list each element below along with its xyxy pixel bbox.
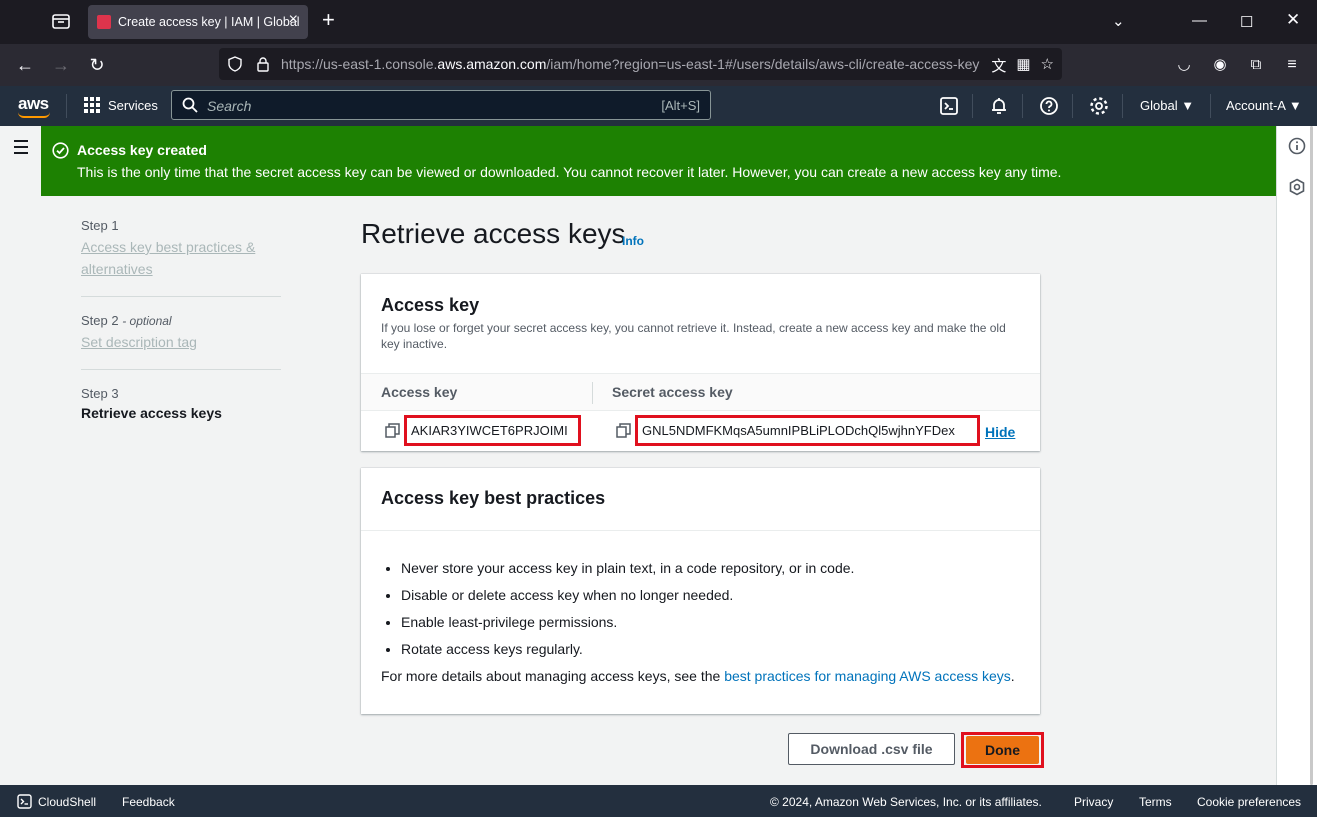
list-item: Rotate access keys regularly.: [401, 636, 854, 663]
notifications-bell-icon[interactable]: [989, 96, 1009, 116]
cloudshell-footer-icon[interactable]: [17, 794, 32, 809]
account-icon[interactable]: ◉: [1208, 53, 1232, 77]
services-label: Services: [108, 97, 158, 113]
browser-tab-bar: Create access key | IAM | Global × + ⌄ —…: [0, 0, 1317, 44]
info-link[interactable]: Info: [622, 234, 644, 248]
bookmark-star-icon[interactable]: ☆: [1041, 55, 1054, 76]
access-key-description: If you lose or forget your secret access…: [381, 321, 1006, 351]
aws-favicon-icon: [97, 15, 111, 29]
privacy-link[interactable]: Privacy: [1074, 795, 1113, 809]
step-1-link[interactable]: Access key best practices & alternatives: [81, 236, 281, 280]
copy-secret-key-icon[interactable]: [616, 423, 631, 438]
step-3-number: Step 3: [81, 386, 119, 401]
browser-nav-bar: ← → ↻ https://us-east-1.console.aws.amaz…: [0, 44, 1317, 86]
search-shortcut: [Alt+S]: [661, 98, 700, 113]
access-key-value: AKIAR3YIWCET6PRJOIMI: [411, 423, 568, 438]
step-3-current: Retrieve access keys: [81, 405, 222, 421]
list-item: Disable or delete access key when no lon…: [401, 582, 854, 609]
search-input[interactable]: Search [Alt+S]: [171, 90, 711, 120]
info-panel-icon[interactable]: [1288, 137, 1306, 155]
copyright-text: © 2024, Amazon Web Services, Inc. or its…: [770, 795, 1042, 809]
cookie-preferences-link[interactable]: Cookie preferences: [1197, 795, 1301, 809]
close-tab-icon[interactable]: ×: [289, 12, 298, 28]
table-row: AKIAR3YIWCET6PRJOIMI GNL5NDMFKMqsA5umnIP…: [361, 411, 1040, 451]
keys-table-header: Access key Secret access key: [361, 373, 1040, 411]
wizard-steps: Step 1 Access key best practices & alter…: [81, 218, 281, 421]
translate-icon[interactable]: 文: [991, 55, 1006, 76]
help-icon[interactable]: [1039, 96, 1059, 116]
search-icon: [182, 97, 198, 113]
address-bar[interactable]: https://us-east-1.console.aws.amazon.com…: [219, 48, 1062, 80]
forward-icon[interactable]: →: [49, 53, 73, 77]
feedback-link[interactable]: Feedback: [122, 795, 175, 809]
console-footer: CloudShell Feedback © 2024, Amazon Web S…: [0, 785, 1317, 817]
app-menu-icon[interactable]: ≡: [1280, 53, 1304, 77]
access-key-container: Access key If you lose or forget your se…: [361, 274, 1040, 451]
flash-message: This is the only time that the secret ac…: [77, 164, 1062, 180]
maximize-icon[interactable]: ☐: [1240, 13, 1253, 31]
cube-icon[interactable]: [1288, 178, 1306, 196]
services-menu-button[interactable]: Services: [84, 97, 158, 113]
tab-title: Create access key | IAM | Global: [118, 15, 300, 29]
hide-secret-link[interactable]: Hide: [985, 424, 1015, 440]
pocket-icon[interactable]: ◡: [1172, 53, 1196, 77]
secret-access-key-value: GNL5NDMFKMqsA5umnIPBLiPLODchQl5wjhnYFDex: [642, 423, 955, 438]
best-practices-title: Access key best practices: [381, 488, 606, 508]
best-practices-link[interactable]: best practices for managing AWS access k…: [724, 668, 1011, 684]
aws-logo[interactable]: aws: [18, 94, 50, 118]
chevron-down-icon[interactable]: ⌄: [1112, 12, 1125, 30]
flash-title: Access key created: [77, 142, 207, 158]
lock-icon[interactable]: [255, 56, 271, 72]
cloudshell-icon[interactable]: [939, 96, 959, 116]
back-icon[interactable]: ←: [13, 53, 37, 77]
aws-console-nav: aws Services Search [Alt+S] Global ▼ Acc…: [0, 86, 1317, 126]
settings-gear-icon[interactable]: [1089, 96, 1109, 116]
close-window-icon[interactable]: ✕: [1286, 10, 1300, 30]
reload-icon[interactable]: ↻: [85, 53, 109, 77]
best-practices-container: Access key best practices Never store yo…: [361, 468, 1040, 714]
search-placeholder: Search: [207, 98, 252, 114]
list-item: Never store your access key in plain tex…: [401, 555, 854, 582]
copy-access-key-icon[interactable]: [385, 423, 400, 438]
best-practices-more: For more details about managing access k…: [381, 668, 1015, 684]
list-item: Enable least-privilege permissions.: [401, 609, 854, 636]
page-scrollbar[interactable]: [1310, 126, 1313, 785]
url-text[interactable]: https://us-east-1.console.aws.amazon.com…: [281, 56, 979, 72]
success-check-icon: [52, 142, 69, 159]
terms-link[interactable]: Terms: [1139, 795, 1172, 809]
shield-icon[interactable]: [227, 56, 243, 72]
access-key-title: Access key: [381, 295, 480, 315]
page-title: Retrieve access keys: [361, 218, 626, 249]
browser-tab[interactable]: Create access key | IAM | Global ×: [88, 5, 308, 39]
step-2-link[interactable]: Set description tag: [81, 331, 281, 353]
column-access-key: Access key: [381, 384, 458, 400]
region-selector[interactable]: Global ▼: [1140, 98, 1194, 113]
account-menu[interactable]: Account-A ▼: [1226, 98, 1302, 113]
best-practices-list: Never store your access key in plain tex…: [401, 555, 854, 663]
cloudshell-link[interactable]: CloudShell: [38, 795, 96, 809]
side-nav-toggle-icon[interactable]: [14, 140, 28, 158]
extensions-icon[interactable]: ⧉: [1244, 53, 1268, 77]
extensions-grid-icon[interactable]: ▦: [1016, 55, 1030, 76]
tab-list-icon[interactable]: [50, 10, 72, 32]
services-grid-icon: [84, 97, 100, 113]
new-tab-icon[interactable]: +: [322, 9, 335, 31]
minimize-icon[interactable]: —: [1192, 12, 1207, 29]
step-1-number: Step 1: [81, 218, 119, 233]
done-button[interactable]: Done: [966, 736, 1039, 764]
column-secret-access-key: Secret access key: [612, 384, 733, 400]
step-2-number: Step 2 - optional: [81, 313, 172, 328]
success-flashbar: Access key created This is the only time…: [41, 126, 1276, 196]
download-csv-button[interactable]: Download .csv file: [788, 733, 955, 765]
